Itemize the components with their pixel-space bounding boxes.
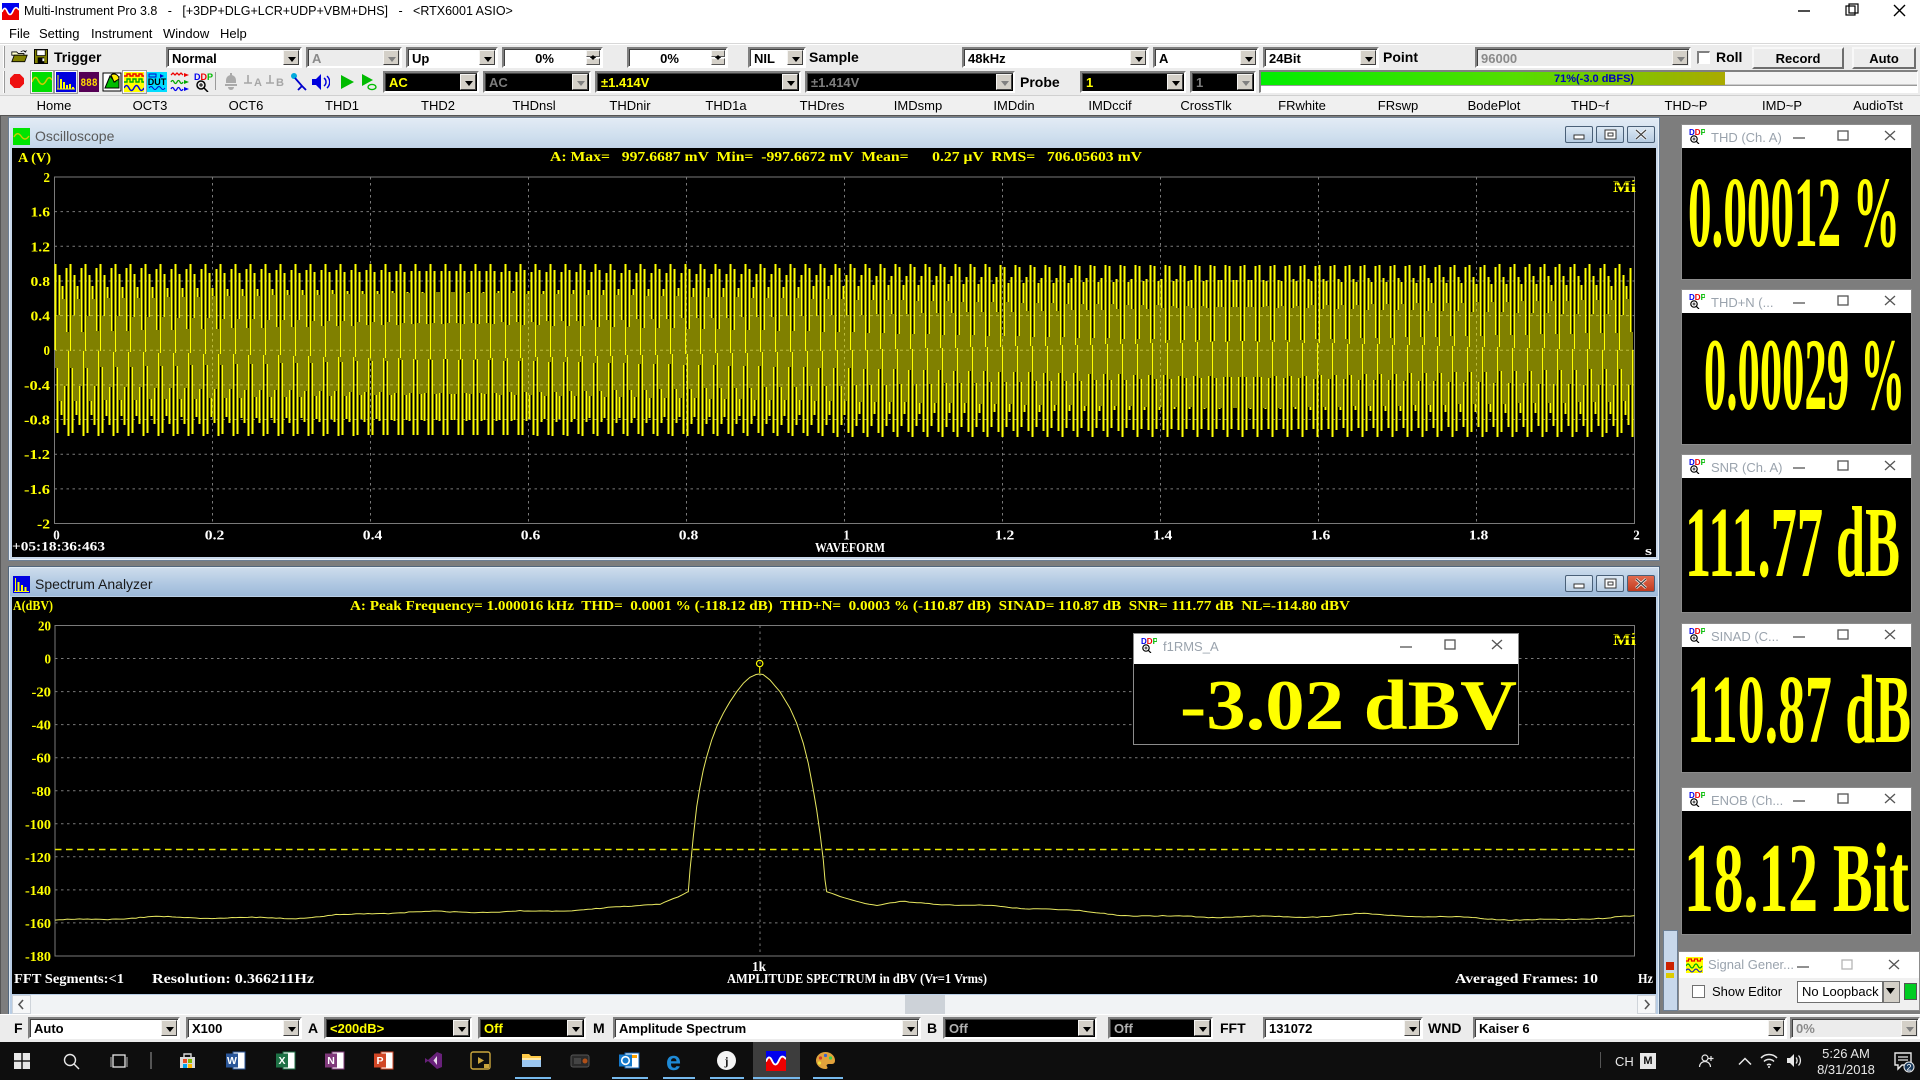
svg-text:s: s [1645, 543, 1652, 557]
svg-text:DDP: DDP [1141, 637, 1157, 646]
svg-text:-180: -180 [25, 950, 51, 965]
svg-text:1.6: 1.6 [1311, 528, 1331, 543]
svg-text:0.6: 0.6 [521, 528, 541, 543]
svg-text:-80: -80 [32, 785, 52, 800]
svg-text:1.4: 1.4 [1153, 528, 1173, 543]
svg-text:A: Peak Frequency= 1.000016 kH: A: Peak Frequency= 1.000016 kHz THD= 0.0… [350, 598, 1351, 613]
svg-text:AMPLITUDE SPECTRUM in dBV (Vr=: AMPLITUDE SPECTRUM in dBV (Vr=1 Vrms) [727, 971, 987, 986]
svg-text:-40: -40 [32, 719, 52, 734]
svg-text:-100: -100 [25, 818, 51, 833]
svg-text:A: A [254, 77, 262, 89]
svg-text:0.4: 0.4 [363, 528, 383, 543]
svg-text:DUT: DUT [148, 77, 167, 87]
svg-text:N: N [327, 1055, 335, 1067]
svg-text:0.2: 0.2 [205, 528, 225, 543]
svg-text:1.6: 1.6 [31, 206, 51, 221]
svg-text:2: 2 [1633, 528, 1640, 543]
svg-text:0.8: 0.8 [31, 275, 51, 290]
svg-text:0.8: 0.8 [679, 528, 699, 543]
svg-text:A (V): A (V) [18, 151, 51, 166]
svg-text:A: Max= 997.6687 mV Min= -: A: Max= 997.6687 mV Min= -997.6672 mV Me… [550, 149, 1143, 164]
svg-text:0.4: 0.4 [31, 310, 51, 325]
svg-text:888: 888 [81, 78, 98, 90]
svg-text:-0.4: -0.4 [24, 379, 50, 394]
svg-text:-60: -60 [32, 752, 52, 767]
svg-text:111.77 dB: 111.77 dB [1685, 486, 1900, 598]
svg-text:j: j [724, 1054, 729, 1068]
svg-text:-3.02 dBV: -3.02 dBV [1180, 667, 1517, 744]
svg-text:2: 2 [44, 171, 51, 186]
svg-text:0: 0 [45, 653, 52, 668]
svg-text:0.00012 %: 0.00012 % [1688, 156, 1900, 268]
svg-text:-2: -2 [37, 518, 50, 533]
svg-text:0.00029 %: 0.00029 % [1704, 318, 1905, 432]
svg-text:2: 2 [1906, 1063, 1911, 1073]
svg-text:1.2: 1.2 [31, 240, 51, 255]
svg-text:B: B [276, 77, 284, 89]
svg-text:FFT Segments:<1: FFT Segments:<1 [14, 971, 124, 986]
svg-text:-160: -160 [25, 917, 51, 932]
svg-text:1.2: 1.2 [995, 528, 1015, 543]
svg-text:Averaged Frames: 10: Averaged Frames: 10 [1455, 971, 1598, 986]
svg-text:-120: -120 [25, 851, 51, 866]
svg-text:Resolution: 0.366211Hz: Resolution: 0.366211Hz [152, 971, 314, 986]
svg-text:W: W [227, 1055, 237, 1067]
svg-text:A(dBV): A(dBV) [13, 599, 53, 614]
svg-text:P: P [376, 1055, 383, 1067]
svg-text:DDP: DDP [1689, 791, 1705, 800]
svg-text:20: 20 [38, 620, 51, 635]
svg-text:0: 0 [44, 344, 51, 359]
svg-text:+05:18:36:463: +05:18:36:463 [12, 539, 106, 554]
svg-text:DDP: DDP [1689, 627, 1705, 636]
svg-text:-0.8: -0.8 [24, 414, 50, 429]
svg-text:18.12 Bit: 18.12 Bit [1684, 824, 1909, 933]
svg-text:-20: -20 [32, 686, 52, 701]
svg-text:X: X [278, 1055, 285, 1067]
svg-text:DDP: DDP [1689, 293, 1705, 302]
svg-text:-1.6: -1.6 [24, 483, 50, 498]
svg-text:DDP: DDP [1689, 458, 1705, 467]
svg-text:WAVEFORM: WAVEFORM [815, 540, 885, 555]
svg-text:Hz: Hz [1638, 971, 1653, 986]
svg-text:-1.2: -1.2 [24, 448, 50, 463]
svg-text:110.87 dB: 110.87 dB [1687, 656, 1911, 763]
svg-text:DDP: DDP [194, 72, 213, 82]
svg-text:1.8: 1.8 [1469, 528, 1489, 543]
svg-text:-140: -140 [25, 884, 51, 899]
svg-text:DDP: DDP [1689, 128, 1705, 137]
